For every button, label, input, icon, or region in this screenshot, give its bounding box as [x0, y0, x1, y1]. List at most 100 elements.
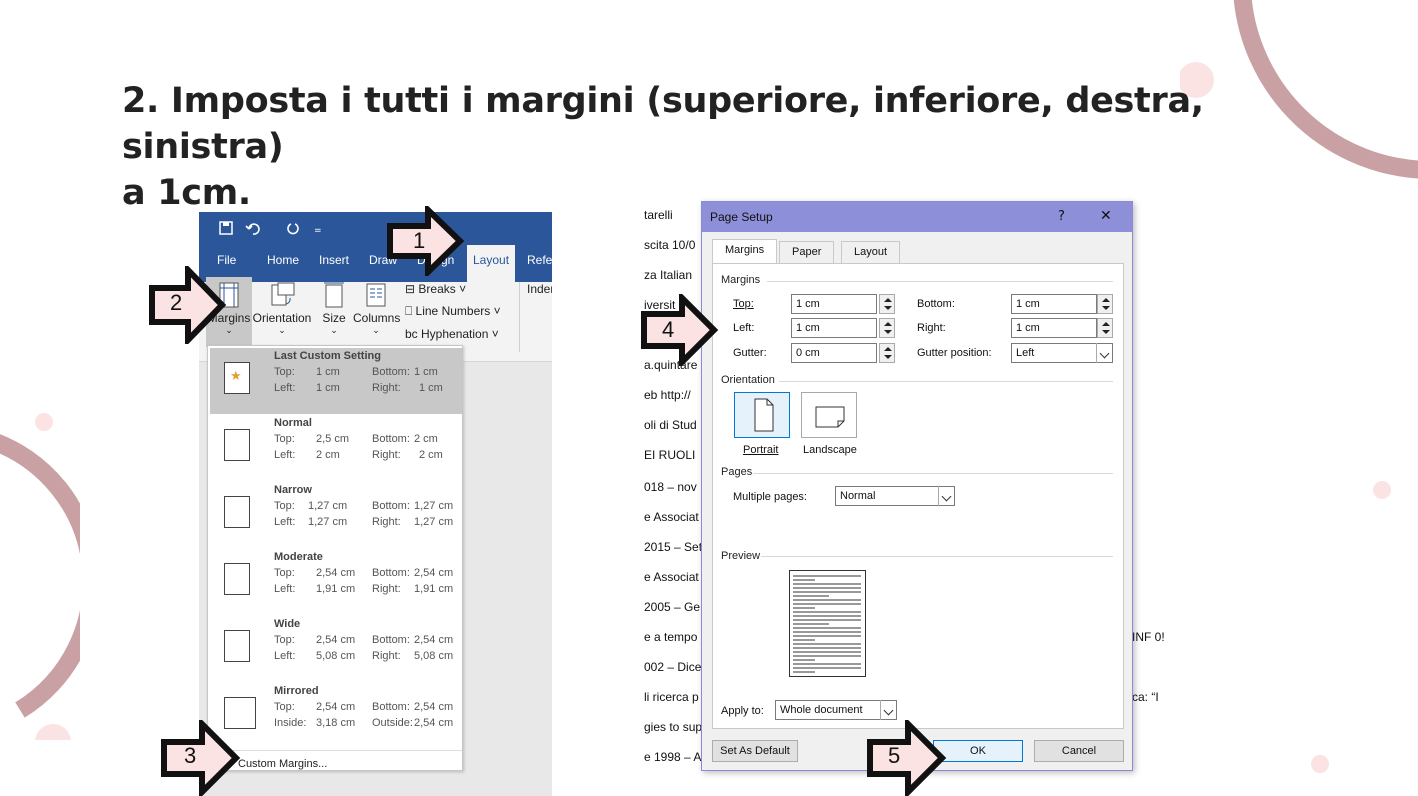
line-numbers-icon: ⎕	[405, 304, 416, 318]
hyphenation-button[interactable]: bc Hyphenation ˅	[405, 327, 499, 341]
slide-title-line1: 2. Imposta i tutti i margini (superiore,…	[122, 81, 1204, 167]
margin-preset-mirrored[interactable]: Mirrored Top: 2,54 cm Bottom: 2,54 cm Insid…	[210, 683, 462, 749]
line-numbers-button[interactable]: ⎕ Line Numbers ˅	[405, 304, 501, 319]
cancel-button[interactable]: Cancel	[1034, 740, 1124, 762]
margin-preset-icon	[224, 630, 250, 662]
callout-arrow-2	[149, 266, 227, 344]
gutter-spinner[interactable]	[879, 343, 895, 363]
callout-arrow-1	[387, 206, 465, 276]
landscape-label: Landscape	[803, 444, 857, 456]
multiple-pages-select[interactable]: Normal	[835, 486, 955, 506]
landscape-option[interactable]	[801, 392, 857, 438]
top-label: Top:	[733, 298, 754, 310]
doc-line: li ricerca p	[644, 690, 699, 704]
doc-line: gies to sup	[644, 720, 703, 734]
decorative-dot-right	[1373, 481, 1391, 499]
margin-preset-wide[interactable]: Wide Top: 2,54 cm Bottom: 2,54 cm Left: 5,08…	[210, 616, 462, 682]
columns-label: Columns	[353, 311, 401, 325]
tab-home[interactable]: Home	[267, 253, 299, 267]
tab-references[interactable]: Refe	[527, 253, 552, 267]
right-spinner[interactable]	[1097, 318, 1113, 338]
breaks-button[interactable]: ⊟ Breaks ˅	[405, 282, 466, 296]
set-as-default-button[interactable]: Set As Default	[712, 740, 798, 762]
tab-margins[interactable]: Margins	[712, 239, 778, 264]
preset-name: Wide	[274, 618, 301, 630]
callout-arrow-4	[641, 294, 719, 366]
left-spinner[interactable]	[879, 318, 895, 338]
doc-line: e a tempo	[644, 630, 698, 644]
preset-name: Mirrored	[274, 685, 319, 697]
bottom-margin-input[interactable]: 1 cm	[1011, 294, 1097, 314]
chevron-down-icon	[1096, 343, 1112, 363]
top-spinner[interactable]	[879, 294, 895, 314]
doc-line: oli di Stud	[644, 418, 697, 432]
callout-arrow-3	[161, 720, 241, 796]
doc-line: e Associat	[644, 570, 699, 584]
ribbon-screenshot: = File Home Insert Draw Design Layout Re…	[199, 212, 552, 796]
margins-section-label: Margins	[721, 274, 761, 286]
tab-file[interactable]: File	[217, 253, 236, 267]
slide-title: 2. Imposta i tutti i margini (superiore,…	[122, 78, 1322, 216]
apply-to-value: Whole document	[780, 704, 863, 716]
top-margin-input[interactable]: 1 cm	[791, 294, 877, 314]
section-divider	[753, 473, 1113, 474]
bottom-spinner[interactable]	[1097, 294, 1113, 314]
indent-label: Inder	[527, 282, 552, 296]
chevron-down-icon: ⌄	[330, 325, 338, 335]
columns-button[interactable]: Columns ⌄	[353, 282, 401, 336]
callout-number-5: 5	[888, 743, 901, 768]
size-button[interactable]: Size ⌄	[317, 282, 351, 336]
pages-section-label: Pages	[721, 466, 753, 478]
preset-name: Last Custom Setting	[274, 350, 381, 362]
margin-preset-moderate[interactable]: Moderate Top: 2,54 cm Bottom: 2,54 cm Left:…	[210, 549, 462, 615]
apply-to-label: Apply to:	[721, 705, 764, 717]
margin-preset-icon	[224, 496, 250, 528]
margins-dropdown-menu: ★ Last Custom Setting Top: 1 cm Bottom: 1 c…	[207, 345, 463, 771]
callout-number-4: 4	[662, 317, 675, 342]
breaks-icon: ⊟	[405, 282, 419, 296]
margin-preset-icon	[224, 563, 250, 595]
section-divider	[761, 556, 1113, 557]
landscape-page-icon	[815, 406, 845, 428]
margin-preset-last-custom[interactable]: ★ Last Custom Setting Top: 1 cm Bottom: 1 c…	[210, 348, 462, 414]
apply-to-select[interactable]: Whole document	[775, 700, 897, 720]
margin-preset-narrow[interactable]: Narrow Top: 1,27 cm Bottom: 1,27 cm Left: 1,…	[210, 482, 462, 548]
custom-margins-item[interactable]: Custom Margins...	[238, 758, 327, 770]
quick-access-icons: =	[219, 221, 322, 236]
ribbon-divider	[519, 282, 520, 352]
portrait-label: Portrait	[743, 444, 779, 456]
hyphenation-icon: bc	[405, 327, 422, 341]
portrait-option[interactable]	[734, 392, 790, 438]
doc-line: EI RUOLI	[644, 448, 696, 462]
word-title-bar: =	[199, 212, 552, 245]
orientation-icon	[271, 282, 295, 306]
gutter-input[interactable]: 0 cm	[791, 343, 877, 363]
tab-layout[interactable]: Layout	[841, 241, 901, 263]
hyphenation-label: Hyphenation	[421, 327, 489, 341]
preset-name: Normal	[274, 417, 312, 429]
doc-line: 018 – nov	[644, 480, 697, 494]
tab-insert[interactable]: Insert	[319, 253, 349, 267]
doc-line: ca: “I	[1132, 690, 1159, 704]
tab-layout[interactable]: Layout	[467, 245, 516, 282]
right-label: Right:	[917, 322, 946, 334]
preset-name: Moderate	[274, 551, 323, 563]
orientation-label: Orientation	[252, 311, 312, 325]
multiple-pages-value: Normal	[840, 490, 876, 502]
margin-preset-normal[interactable]: Normal Top: 2,5 cm Bottom: 2 cm Left: 2 cm Ri…	[210, 415, 462, 481]
orientation-button[interactable]: Orientation ⌄	[252, 282, 312, 336]
right-margin-input[interactable]: 1 cm	[1011, 318, 1097, 338]
margin-preset-icon	[224, 429, 250, 461]
left-margin-input[interactable]: 1 cm	[791, 318, 877, 338]
doc-line: INF 0!	[1132, 630, 1164, 644]
tab-paper[interactable]: Paper	[779, 241, 835, 263]
close-button[interactable]: ✕	[1100, 208, 1112, 224]
section-divider	[779, 381, 1113, 382]
gutter-position-select[interactable]: Left	[1011, 343, 1113, 363]
preview-section-label: Preview	[721, 550, 761, 562]
chevron-down-icon	[880, 700, 896, 720]
callout-number-1: 1	[413, 228, 426, 253]
line-numbers-label: Line Numbers	[415, 304, 491, 318]
help-button[interactable]: ?	[1058, 209, 1065, 224]
svg-text:=: =	[314, 226, 322, 236]
